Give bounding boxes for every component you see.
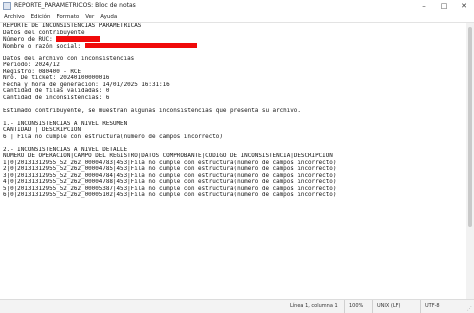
- menu-edicion[interactable]: Edición: [28, 12, 54, 23]
- text-line-content: Nombre o razón social:: [3, 43, 85, 50]
- redaction-bar: [56, 36, 101, 42]
- redaction-bar: [84, 42, 197, 48]
- text-line-content: Nro. De ticket: 20240100000016: [3, 75, 110, 81]
- menu-archivo[interactable]: Archivo: [0, 12, 28, 23]
- document-text[interactable]: REPORTE DE INCONSISTENCIAS PARAMÉTRICAS D…: [0, 23, 466, 199]
- text-editor[interactable]: REPORTE DE INCONSISTENCIAS PARAMÉTRICAS D…: [0, 23, 466, 299]
- menu-ver[interactable]: Ver: [82, 12, 97, 23]
- text-line-content: Cantidad de filas validadas: 0: [3, 88, 110, 94]
- text-line-content: 6 | Fila no cumple con estructura(número…: [3, 133, 223, 140]
- text-line-content: NÚMERO DE OPERACIÓN|CAMPO DEL REGISTRO|D…: [3, 153, 333, 159]
- text-line-content: 4|0|20131312955_52_262_00004788|453|Fila…: [3, 179, 337, 185]
- text-line-content: CANTIDAD | DESCRIPCIÓN: [3, 127, 82, 133]
- text-line-content: 2.- INCONSISTENCIAS A NIVEL DETALLE: [3, 146, 128, 153]
- title-bar[interactable]: REPORTE_PARAMETRICOS: Bloc de notas – □ …: [0, 0, 474, 12]
- menu-formato[interactable]: Formato: [53, 12, 82, 23]
- notepad-icon: [3, 2, 11, 10]
- maximize-button[interactable]: □: [434, 0, 454, 12]
- text-line-content: Cantidad de inconsistencias: 6: [3, 94, 110, 101]
- resize-grip-icon[interactable]: ⋰: [467, 306, 473, 312]
- scrollbar-thumb[interactable]: [468, 27, 472, 227]
- text-line-content: Número de RUC:: [3, 37, 57, 43]
- menu-ayuda[interactable]: Ayuda: [97, 12, 120, 23]
- text-line-content: 3|0|20131312955_52_262_00004784|453|Fila…: [3, 172, 337, 179]
- text-line-content: 2|0|20131312955_52_262_00004785|453|Fila…: [3, 166, 337, 172]
- minimize-button[interactable]: –: [414, 0, 434, 12]
- text-line-content: Periodo: 2024/12: [3, 62, 60, 68]
- text-line-content: Fecha y hora de generación: 14/01/2025 1…: [3, 81, 170, 88]
- text-line: 6|0|20131312955_52_262_00005102|453|Fila…: [3, 192, 466, 199]
- text-line-content: 6|0|20131312955_52_262_00005102|453|Fila…: [3, 192, 337, 198]
- text-line-content: 1|0|20131312955_52_262_00004783|453|Fila…: [3, 159, 337, 166]
- text-line-content: Datos del archivo con inconsistencias: [3, 55, 135, 62]
- text-line-content: 1.- INCONSISTENCIAS A NIVEL RESUMEN: [3, 120, 128, 127]
- window-controls: – □ ✕: [414, 0, 474, 12]
- notepad-window: REPORTE_PARAMETRICOS: Bloc de notas – □ …: [0, 0, 474, 313]
- text-line-content: Estimado contribuyente, se muestran algu…: [3, 107, 301, 114]
- close-button[interactable]: ✕: [454, 0, 474, 12]
- line-ending: UNIX (LF): [372, 300, 400, 313]
- text-line-content: Registro: 080400 - RCE: [3, 68, 82, 75]
- cursor-position: Línea 1, columna 1: [290, 303, 338, 309]
- vertical-scrollbar[interactable]: [466, 23, 474, 299]
- text-line-content: 5|0|20131312955_52_262_00005387|453|Fila…: [3, 185, 337, 192]
- window-title: REPORTE_PARAMETRICOS: Bloc de notas: [14, 2, 136, 9]
- encoding: UTF-8: [420, 300, 440, 313]
- status-bar: Línea 1, columna 1 100% UNIX (LF) UTF-8 …: [0, 299, 474, 313]
- text-line-content: Datos del contribuyente: [3, 29, 85, 36]
- menu-bar: Archivo Edición Formato Ver Ayuda: [0, 12, 474, 23]
- zoom-level: 100%: [344, 300, 363, 313]
- text-line-content: REPORTE DE INCONSISTENCIAS PARAMÉTRICAS: [3, 23, 142, 29]
